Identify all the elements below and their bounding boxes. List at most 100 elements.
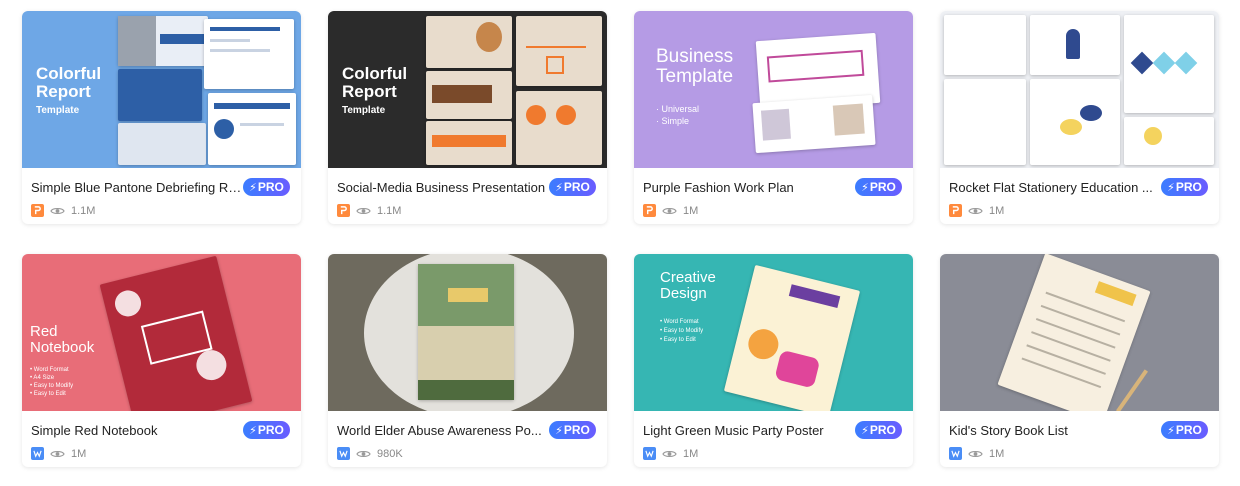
thumb-sub: · Universal · Simple [656,104,700,126]
slide-preview [1030,15,1120,75]
template-thumbnail[interactable]: Red Notebook • Word Format • A4 Size • E… [22,254,301,411]
pro-label: PRO [1175,180,1202,194]
lightning-icon: ⚡ [555,181,563,194]
pro-label: PRO [563,180,590,194]
template-thumbnail[interactable]: Colorful Report Template [328,11,607,168]
card-title[interactable]: Social-Media Business Presentation [337,180,549,196]
card-title[interactable]: Rocket Flat Stationery Education ... [949,180,1161,196]
pro-label: PRO [257,423,284,437]
poster-preview [418,264,514,400]
template-card[interactable]: Red Notebook • Word Format • A4 Size • E… [22,254,301,467]
card-title[interactable]: Light Green Music Party Poster [643,423,855,439]
eye-icon [356,450,371,457]
eye-icon [356,207,371,214]
view-count: 1M [989,447,1005,460]
pro-label: PRO [1175,423,1202,437]
template-thumbnail[interactable]: Colorful Report Template [22,11,301,168]
thumb-sub: • Word Format • A4 Size • Easy to Modify… [30,367,74,397]
slide-preview [1124,117,1214,165]
pro-label: PRO [869,180,896,194]
pro-badge: ⚡ PRO [855,421,902,439]
template-card[interactable]: Creative Design • Word Format • Easy to … [634,254,913,467]
pro-badge: ⚡ PRO [1161,421,1208,439]
slide-preview [426,71,512,119]
template-thumbnail[interactable] [328,254,607,411]
card-stats: 1.1M [337,204,401,217]
card-title[interactable]: Simple Red Notebook [31,423,243,439]
template-card[interactable]: Colorful Report Template Simple Blue Pan… [22,11,301,224]
card-title[interactable]: World Elder Abuse Awareness Po... [337,423,549,439]
card-meta: Rocket Flat Stationery Education ... ⚡ PR… [940,168,1219,224]
card-meta: Light Green Music Party Poster ⚡ PRO 1M [634,411,913,467]
card-meta: Purple Fashion Work Plan ⚡ PRO 1M [634,168,913,224]
ppt-file-icon [31,204,44,217]
thumb-sub: Template [36,105,80,116]
slide-preview [118,16,208,66]
view-count: 1M [683,447,699,460]
card-stats: 1M [643,204,698,217]
slide-preview [516,16,602,86]
eye-icon [968,207,983,214]
slide-preview [944,79,1026,165]
eye-icon [662,450,677,457]
card-meta: Social-Media Business Presentation ⚡ PRO … [328,168,607,224]
slide-preview [752,94,876,154]
slide-preview [1030,79,1120,165]
card-title[interactable]: Purple Fashion Work Plan [643,180,855,196]
pro-label: PRO [257,180,284,194]
word-file-icon [949,447,962,460]
lightning-icon: ⚡ [249,424,257,437]
thumb-heading: Red Notebook [30,323,95,356]
ppt-file-icon [643,204,656,217]
template-thumbnail[interactable]: Creative Design • Word Format • Easy to … [634,254,913,411]
slide-preview [516,91,602,165]
card-stats: 1M [643,447,698,460]
lightning-icon: ⚡ [861,424,869,437]
thumb-sub: • Word Format • Easy to Modify • Easy to… [660,319,704,343]
eye-icon [50,450,65,457]
pro-badge: ⚡ PRO [1161,178,1208,196]
lightning-icon: ⚡ [249,181,257,194]
slide-preview [426,16,512,68]
lightning-icon: ⚡ [1167,424,1175,437]
view-count: 1.1M [71,204,96,217]
pencil [1116,369,1148,411]
card-stats: 1M [949,204,1004,217]
card-meta: Simple Blue Pantone Debriefing Report ⚡ P… [22,168,301,224]
card-title[interactable]: Kid's Story Book List [949,423,1161,439]
word-file-icon [31,447,44,460]
template-thumbnail[interactable]: Business Template · Universal · Simple [634,11,913,168]
template-thumbnail[interactable] [940,254,1219,411]
card-stats: 980K [337,447,403,460]
card-title[interactable]: Simple Blue Pantone Debriefing Report [31,180,243,196]
template-card[interactable]: Colorful Report Template Social-Media Bu… [328,11,607,224]
pro-badge: ⚡ PRO [549,421,596,439]
card-meta: World Elder Abuse Awareness Po... ⚡ PRO 9… [328,411,607,467]
pro-label: PRO [563,423,590,437]
slide-preview [208,93,296,165]
pro-badge: ⚡ PRO [243,421,290,439]
pro-badge: ⚡ PRO [549,178,596,196]
thumb-sub: Template [342,105,386,116]
lightning-icon: ⚡ [555,424,563,437]
slide-preview [118,123,206,165]
card-stats: 1.1M [31,204,95,217]
slide-preview [118,69,202,121]
view-count: 1.1M [377,204,402,217]
view-count: 980K [377,447,403,460]
lightning-icon: ⚡ [1167,181,1175,194]
card-stats: 1M [949,447,1004,460]
template-thumbnail[interactable] [940,11,1219,168]
template-card[interactable]: Business Template · Universal · Simple P… [634,11,913,224]
card-meta: Kid's Story Book List ⚡ PRO 1M [940,411,1219,467]
pro-badge: ⚡ PRO [855,178,902,196]
card-stats: 1M [31,447,86,460]
thumb-heading: Creative Design [660,269,716,302]
pro-badge: ⚡ PRO [243,178,290,196]
view-count: 1M [989,204,1005,217]
ppt-file-icon [949,204,962,217]
template-card[interactable]: Kid's Story Book List ⚡ PRO 1M [940,254,1219,467]
template-card[interactable]: Rocket Flat Stationery Education ... ⚡ PR… [940,11,1219,224]
template-card[interactable]: World Elder Abuse Awareness Po... ⚡ PRO 9… [328,254,607,467]
slide-preview [426,121,512,165]
